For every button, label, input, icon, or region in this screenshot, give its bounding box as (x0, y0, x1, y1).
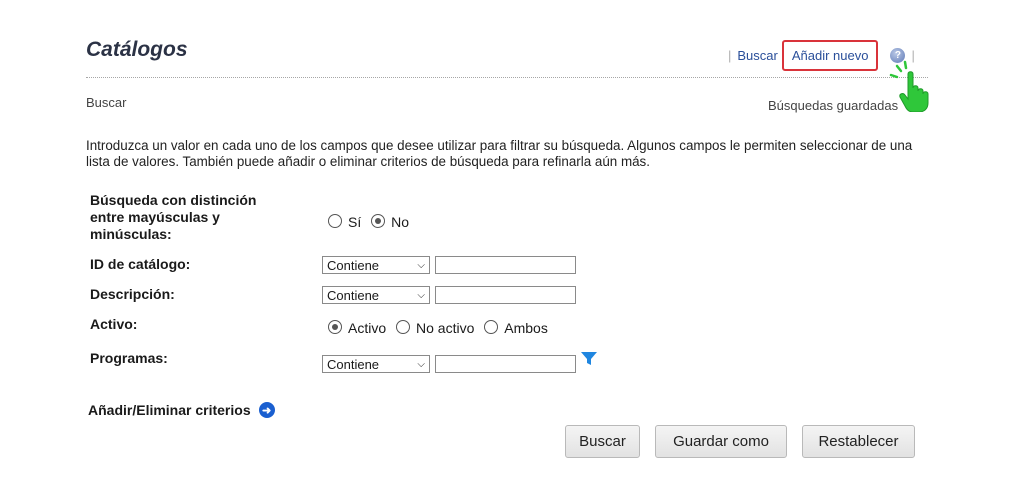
radio-both[interactable] (484, 320, 499, 334)
radio-inactive[interactable] (396, 320, 411, 334)
description-operator-select[interactable]: Contiene ⌵ (322, 286, 430, 304)
catalog-id-operator-select[interactable]: Contiene ⌵ (322, 256, 430, 274)
programs-operator-select[interactable]: Contiene ⌵ (322, 355, 430, 373)
radio-no-label: No (391, 214, 410, 230)
programs-input[interactable] (435, 355, 576, 373)
chevron-down-icon: ⌵ (417, 358, 425, 370)
pointer-hand-icon (888, 60, 932, 117)
saved-searches-link[interactable]: Búsquedas guardadas (768, 98, 898, 113)
add-remove-criteria-label: Añadir/Eliminar criterios (88, 402, 251, 418)
chevron-down-icon: ⌵ (417, 289, 425, 301)
catalog-id-label: ID de catálogo: (90, 256, 191, 272)
radio-no[interactable] (371, 214, 386, 228)
case-sensitive-label: Búsqueda con distinción entre mayúsculas… (90, 192, 257, 242)
save-as-button[interactable]: Guardar como (655, 425, 787, 458)
active-options: Activo No activo Ambos (328, 320, 554, 336)
description-label: Descripción: (90, 286, 175, 302)
radio-yes-label: Sí (348, 214, 362, 230)
catalog-id-operator-value: Contiene (327, 257, 380, 273)
programs-label: Programas: (90, 350, 168, 366)
radio-active-label: Activo (348, 320, 387, 336)
arrow-right-icon[interactable]: ➜ (258, 402, 275, 418)
header-divider (86, 77, 928, 78)
programs-operator-value: Contiene (327, 356, 380, 372)
intro-text: Introduzca un valor en cada uno de los c… (86, 138, 913, 169)
add-new-link[interactable]: Añadir nuevo (781, 40, 879, 71)
radio-active[interactable] (328, 320, 342, 334)
description-operator-value: Contiene (327, 287, 380, 303)
chevron-down-icon: ⌵ (417, 259, 425, 271)
search-link[interactable]: Buscar (737, 48, 777, 63)
add-remove-criteria[interactable]: Añadir/Eliminar criterios ➜ (88, 402, 275, 418)
catalog-id-input[interactable] (435, 256, 576, 274)
active-label: Activo: (90, 316, 138, 332)
radio-yes[interactable] (328, 214, 342, 228)
page-title: Catálogos (86, 38, 188, 61)
search-button[interactable]: Buscar (565, 425, 640, 458)
search-section-label: Buscar (86, 95, 127, 110)
description-input[interactable] (435, 286, 576, 304)
filter-icon[interactable] (580, 351, 598, 372)
radio-both-label: Ambos (504, 320, 548, 336)
radio-inactive-label: No activo (416, 320, 475, 336)
case-sensitive-options: Sí No (328, 214, 415, 230)
reset-button[interactable]: Restablecer (802, 425, 915, 458)
link-separator: | (728, 48, 732, 63)
